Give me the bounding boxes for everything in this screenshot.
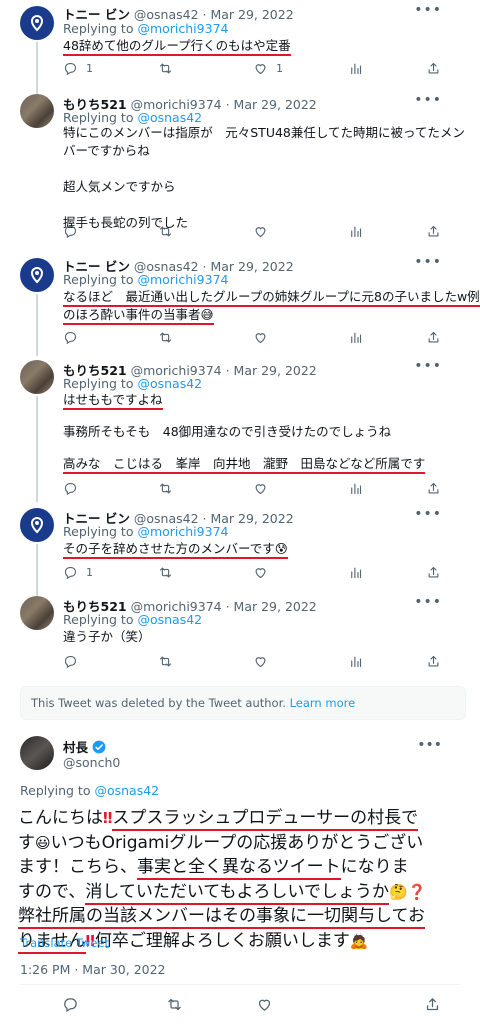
replying-to: Replying to @osnas42 (20, 783, 160, 798)
replying-handle[interactable]: @osnas42 (137, 376, 202, 391)
reply-icon[interactable] (63, 224, 78, 239)
like-icon[interactable] (253, 330, 268, 345)
retweet-icon[interactable] (158, 224, 173, 239)
replying-to: Replying to @morichi9374 (63, 272, 229, 287)
replying-to: Replying to @morichi9374 (63, 21, 229, 36)
retweet-icon[interactable] (158, 61, 173, 76)
replying-handle[interactable]: @osnas42 (137, 110, 202, 125)
main-tweet-text: こんにちは‼スプスラッシュプロデューサーの村長で す😃いつもOrigamiグルー… (18, 806, 458, 954)
replying-handle[interactable]: @morichi9374 (137, 272, 228, 287)
tweet-text: 48辞めて他のグループ行くのもはや定番 (63, 37, 463, 56)
avatar[interactable] (20, 6, 54, 40)
tweet-actions (63, 330, 443, 346)
tweet-text: なるほど 最近通い出したグループの姉妹グループに元8の子いましたw例 のほろ酔い… (63, 288, 480, 325)
more-icon[interactable]: ••• (414, 2, 442, 18)
replying-to: Replying to @osnas42 (63, 376, 203, 391)
tweet-5[interactable]: トニー ビン @osnas42 · Mar 29, 2022 ••• Replyi… (0, 500, 480, 596)
stats-icon[interactable] (348, 481, 363, 496)
avatar[interactable] (20, 508, 54, 542)
share-icon[interactable] (426, 654, 441, 669)
like-icon[interactable] (253, 481, 268, 496)
reply-icon[interactable] (63, 481, 78, 496)
retweet-icon[interactable] (158, 654, 173, 669)
retweet-icon[interactable] (158, 565, 173, 580)
reply-icon[interactable]: 1 (63, 61, 93, 76)
share-icon[interactable] (426, 565, 441, 580)
stats-icon[interactable] (348, 224, 363, 239)
avatar[interactable] (20, 258, 54, 292)
tweet-4[interactable]: もりち521 @morichi9374 · Mar 29, 2022 ••• Re… (0, 350, 480, 502)
more-icon[interactable]: ••• (414, 594, 442, 610)
tweet-text: その子を辞めさせた方のメンバーです😰 (63, 540, 463, 559)
tweet-text: 違う子か（笑） (63, 629, 151, 644)
tweet-actions (63, 481, 443, 497)
tweet-2[interactable]: もりち521 @morichi9374 · Mar 29, 2022 ••• Re… (0, 90, 480, 250)
stats-icon[interactable] (348, 654, 363, 669)
retweet-icon[interactable] (166, 996, 183, 1013)
like-icon[interactable]: 1 (253, 61, 283, 76)
divider (20, 984, 460, 985)
learn-more-link[interactable]: Learn more (290, 696, 356, 710)
retweet-icon[interactable] (158, 481, 173, 496)
stats-icon[interactable] (348, 565, 363, 580)
reply-icon[interactable] (62, 996, 79, 1013)
replying-to: Replying to @morichi9374 (63, 524, 229, 539)
more-icon[interactable]: ••• (414, 358, 442, 374)
tweet-6[interactable]: もりち521 @morichi9374 · Mar 29, 2022 ••• Re… (0, 590, 480, 678)
like-icon[interactable] (256, 996, 273, 1013)
share-icon[interactable] (426, 481, 441, 496)
more-icon[interactable]: ••• (417, 737, 442, 753)
more-icon[interactable]: ••• (414, 254, 442, 270)
thread-line (36, 396, 38, 502)
translate-tweet-link[interactable]: Translate Tweet (20, 936, 109, 950)
like-icon[interactable] (253, 654, 268, 669)
tweet-actions (63, 654, 443, 670)
reply-count: 1 (86, 566, 93, 579)
stats-icon[interactable] (348, 61, 363, 76)
thread-line (36, 544, 38, 596)
share-icon[interactable] (424, 996, 441, 1013)
replying-to: Replying to @osnas42 (63, 110, 203, 125)
author-meta: @osnas42 · Mar 29, 2022 (133, 7, 294, 22)
reply-icon[interactable] (63, 330, 78, 345)
share-icon[interactable] (426, 61, 441, 76)
tweet-3[interactable]: トニー ビン @osnas42 · Mar 29, 2022 ••• Replyi… (0, 250, 480, 356)
tweet-text: 特にこのメンバーは指原が 元々STU48兼任してた時期に被ってたメン バーですか… (63, 125, 465, 230)
main-author-name[interactable]: 村長 (63, 737, 106, 756)
replying-handle[interactable]: @morichi9374 (137, 524, 228, 539)
thread-line (36, 294, 38, 356)
replying-handle[interactable]: @osnas42 (94, 783, 159, 798)
main-author-handle[interactable]: @sonch0 (63, 755, 120, 770)
tweet-actions: 1 (63, 565, 443, 581)
replying-handle[interactable]: @morichi9374 (137, 21, 228, 36)
deleted-tweet-notice: This Tweet was deleted by the Tweet auth… (20, 686, 466, 720)
verified-icon (92, 740, 106, 753)
reply-icon[interactable]: 1 (63, 565, 93, 580)
reply-count: 1 (86, 62, 93, 75)
more-icon[interactable]: ••• (414, 92, 442, 108)
reply-icon[interactable] (63, 654, 78, 669)
stats-icon[interactable] (348, 330, 363, 345)
avatar[interactable] (20, 596, 54, 630)
like-count: 1 (276, 62, 283, 75)
like-icon[interactable] (253, 224, 268, 239)
tweet-text: はせももですよね 事務所そもそも 48御用達なので引き受けたのでしょうね 高みな… (63, 391, 463, 474)
tweet-actions (63, 224, 443, 240)
avatar[interactable] (20, 360, 54, 394)
main-tweet-actions (62, 996, 442, 1014)
like-icon[interactable] (253, 565, 268, 580)
author-name[interactable]: トニー ビン (63, 7, 130, 22)
thread-line (36, 42, 38, 94)
tweet-timestamp[interactable]: 1:26 PM · Mar 30, 2022 (20, 962, 166, 977)
share-icon[interactable] (426, 330, 441, 345)
share-icon[interactable] (426, 224, 441, 239)
replying-to: Replying to @osnas42 (63, 612, 203, 627)
tweet-actions: 11 (63, 61, 443, 77)
more-icon[interactable]: ••• (414, 506, 442, 522)
avatar[interactable] (20, 94, 54, 128)
avatar[interactable] (20, 736, 54, 770)
replying-handle[interactable]: @osnas42 (137, 612, 202, 627)
retweet-icon[interactable] (158, 330, 173, 345)
tweet-1[interactable]: トニー ビン @osnas42 · Mar 29, 2022 ••• Replyi… (0, 0, 480, 94)
